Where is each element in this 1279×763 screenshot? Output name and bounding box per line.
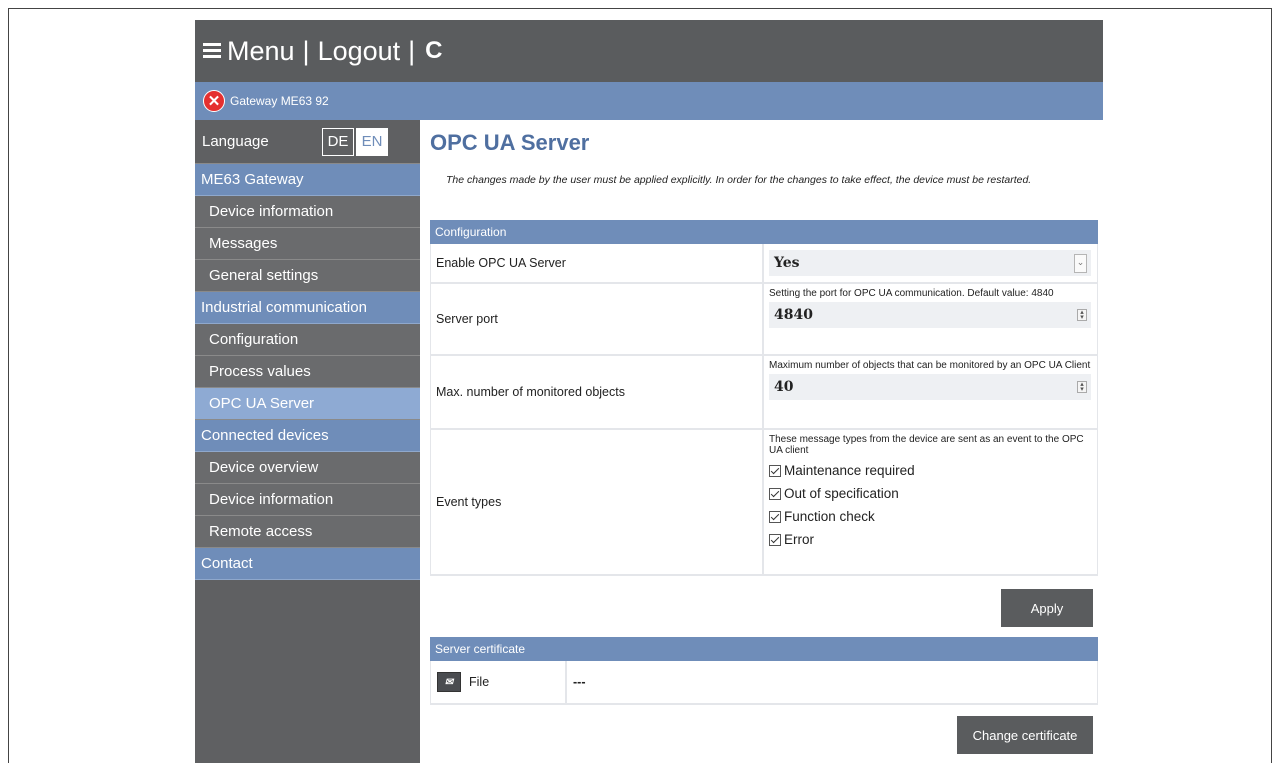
certificate-header: Server certificate [430,637,1098,661]
cert-file-value: --- [573,675,586,689]
configuration-panel: Configuration Enable OPC UA Server Yes ⌄… [430,220,1098,576]
enable-label: Enable OPC UA Server [431,244,764,282]
checkbox-checked-icon[interactable] [769,487,781,500]
gateway-name: Gateway ME63 92 [230,94,329,108]
enable-row: Enable OPC UA Server Yes ⌄ [430,244,1098,284]
hamburger-icon[interactable] [203,43,221,59]
restart-note: The changes made by the user must be app… [446,174,1032,186]
sidebar-item[interactable]: General settings [195,260,420,292]
event-checkbox-label: Function check [784,509,875,524]
sidebar-nav: ME63 Gateway Device information Messages Ge… [195,164,420,580]
event-checkbox-list: Maintenance required Out of specification… [769,459,1091,551]
lang-en-button[interactable]: EN [356,127,388,156]
separator: | [408,35,416,66]
event-checkbox-label: Error [784,532,814,547]
enable-select-value: Yes [774,255,800,271]
cert-file-label: File [467,661,567,703]
app-window: Menu | Logout | C ✕ Gateway ME63 92 Lang… [195,20,1103,763]
nav-section[interactable]: Contact [195,548,420,580]
checkbox-checked-icon[interactable] [769,533,781,546]
event-types-label: Event types [431,430,764,574]
event-types-help: These message types from the device are … [769,434,1084,456]
event-checkbox[interactable]: Error [769,528,1091,551]
nav-section[interactable]: Industrial communication [195,292,420,324]
max-objects-help: Maximum number of objects that can be mo… [769,360,1091,371]
nav-section[interactable]: ME63 Gateway [195,164,420,196]
port-row: Server port Setting the port for OPC UA … [430,284,1098,356]
lang-de-button[interactable]: DE [322,127,354,156]
spinner-icon[interactable]: ▴ ▾ [1077,309,1087,321]
event-checkbox-label: Maintenance required [784,463,915,478]
sidebar-item[interactable]: Device overview [195,452,420,484]
nav-section[interactable]: Connected devices [195,420,420,452]
port-help: Setting the port for OPC UA communicatio… [769,288,1054,299]
sidebar-item[interactable]: OPC UA Server [195,388,420,420]
top-bar: Menu | Logout | C [195,20,1103,82]
page-title: OPC UA Server [430,130,590,155]
sidebar: Language DE EN ME63 Gateway Device inform… [195,120,420,763]
sidebar-item[interactable]: Process values [195,356,420,388]
event-checkbox[interactable]: Out of specification [769,482,1091,505]
sidebar-item[interactable]: Device information [195,484,420,516]
main-content: OPC UA Server The changes made by the us… [420,120,1103,763]
certificate-icon: ✉ [437,672,461,692]
port-value: 4840 [774,307,813,323]
max-objects-label: Max. number of monitored objects [431,356,764,428]
certificate-panel: Server certificate ✉ File --- [430,637,1098,705]
certificate-row: ✉ File --- [430,661,1098,705]
change-certificate-button[interactable]: Change certificate [957,716,1093,754]
event-checkbox[interactable]: Function check [769,505,1091,528]
sidebar-item[interactable]: Remote access [195,516,420,548]
event-checkbox[interactable]: Maintenance required [769,459,1091,482]
max-objects-input[interactable]: 40 ▴ ▾ [769,374,1091,400]
port-label: Server port [431,284,764,354]
language-label: Language [202,133,269,150]
refresh-icon[interactable]: C [425,37,442,65]
sidebar-item[interactable]: Messages [195,228,420,260]
chevron-down-icon[interactable]: ⌄ [1074,253,1087,273]
sidebar-item[interactable]: Device information [195,196,420,228]
error-icon: ✕ [203,90,225,112]
event-types-row: Event types These message types from the… [430,430,1098,576]
status-bar: ✕ Gateway ME63 92 [195,82,1103,120]
sidebar-item[interactable]: Configuration [195,324,420,356]
menu-link[interactable]: Menu [227,36,295,67]
event-checkbox-label: Out of specification [784,486,899,501]
enable-select[interactable]: Yes ⌄ [769,250,1091,276]
configuration-header: Configuration [430,220,1098,244]
max-objects-row: Max. number of monitored objects Maximum… [430,356,1098,430]
apply-button[interactable]: Apply [1001,589,1093,627]
port-input[interactable]: 4840 ▴ ▾ [769,302,1091,328]
max-objects-value: 40 [774,379,794,395]
checkbox-checked-icon[interactable] [769,464,781,477]
logout-link[interactable]: Logout [318,36,401,67]
separator: | [302,35,310,66]
spinner-icon[interactable]: ▴ ▾ [1077,381,1087,393]
checkbox-checked-icon[interactable] [769,510,781,523]
language-row: Language DE EN [195,120,420,164]
